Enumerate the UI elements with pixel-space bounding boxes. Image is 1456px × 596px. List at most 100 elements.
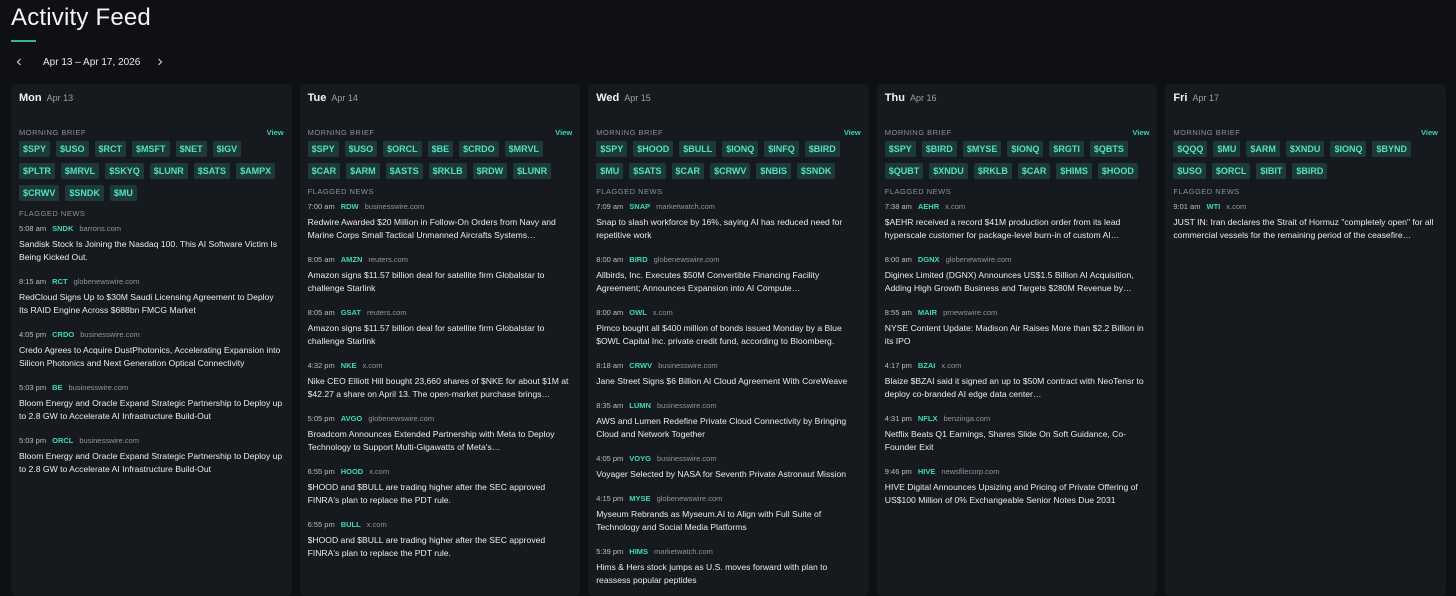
news-ticker[interactable]: SNDK: [52, 224, 73, 233]
news-ticker[interactable]: BIRD: [629, 255, 647, 264]
ticker-chip[interactable]: $INFQ: [764, 141, 799, 157]
news-item[interactable]: 8:35 am LUMN businesswire.com AWS and Lumen…: [596, 400, 861, 441]
news-headline[interactable]: Amazon signs $11.57 billion deal for sat…: [308, 322, 573, 348]
ticker-chip[interactable]: $SPY: [884, 141, 916, 157]
news-ticker[interactable]: SNAP: [629, 202, 650, 211]
news-ticker[interactable]: ORCL: [52, 436, 73, 445]
ticker-chip[interactable]: $MRVL: [60, 163, 100, 179]
news-headline[interactable]: Netflix Beats Q1 Earnings, Shares Slide …: [885, 428, 1150, 454]
news-headline[interactable]: Pimco bought all $400 million of bonds i…: [596, 322, 861, 348]
news-ticker[interactable]: AMZN: [341, 255, 363, 264]
news-item[interactable]: 5:03 pm ORCL businesswire.com Bloom Energy …: [19, 435, 284, 476]
news-ticker[interactable]: NKE: [341, 361, 357, 370]
news-item[interactable]: 4:15 pm MYSE globenewswire.com Myseum Rebra…: [596, 493, 861, 534]
ticker-chip[interactable]: $QQQ: [1173, 141, 1208, 157]
news-item[interactable]: 8:18 am CRWV businesswire.com Jane Street S…: [596, 360, 861, 388]
prev-week-button[interactable]: [11, 52, 27, 72]
news-headline[interactable]: Blaize $BZAI said it signed an up to $50…: [885, 375, 1150, 401]
ticker-chip[interactable]: $LUNR: [149, 163, 188, 179]
news-ticker[interactable]: MYSE: [629, 494, 650, 503]
news-headline[interactable]: Credo Agrees to Acquire DustPhotonics, A…: [19, 344, 284, 370]
ticker-chip[interactable]: $BIRD: [804, 141, 840, 157]
ticker-chip[interactable]: $RKLB: [428, 163, 467, 179]
ticker-chip[interactable]: $RDW: [472, 163, 508, 179]
news-headline[interactable]: Myseum Rebrands as Myseum.AI to Align wi…: [596, 508, 861, 534]
news-item[interactable]: 4:31 pm NFLX benzinga.com Netflix Beats Q1 …: [885, 413, 1150, 454]
news-ticker[interactable]: LUMN: [629, 401, 651, 410]
news-item[interactable]: 9:01 am WTI x.com JUST IN: Iran declares th…: [1173, 201, 1438, 242]
news-headline[interactable]: Broadcom Announces Extended Partnership …: [308, 428, 573, 454]
news-ticker[interactable]: DGNX: [918, 255, 940, 264]
ticker-chip[interactable]: $SNDK: [65, 185, 104, 201]
ticker-chip[interactable]: $QUBT: [884, 163, 924, 179]
news-item[interactable]: 5:05 pm AVGO globenewswire.com Broadcom Ann…: [308, 413, 573, 454]
news-headline[interactable]: Voyager Selected by NASA for Seventh Pri…: [596, 468, 861, 481]
ticker-chip[interactable]: $CAR: [307, 163, 341, 179]
ticker-chip[interactable]: $MYSE: [962, 141, 1002, 157]
news-ticker[interactable]: VOYG: [629, 454, 651, 463]
news-item[interactable]: 7:38 am AEHR x.com $AEHR received a record …: [885, 201, 1150, 242]
ticker-chip[interactable]: $HOOD: [633, 141, 674, 157]
news-ticker[interactable]: RDW: [341, 202, 359, 211]
news-item[interactable]: 9:46 pm HIVE newsfilecorp.com HIVE Digital …: [885, 466, 1150, 507]
ticker-chip[interactable]: $USO: [344, 141, 378, 157]
news-headline[interactable]: Nike CEO Elliott Hill bought 23,660 shar…: [308, 375, 573, 401]
news-ticker[interactable]: GSAT: [341, 308, 361, 317]
view-brief-link[interactable]: View: [555, 128, 572, 137]
ticker-chip[interactable]: $QBTS: [1089, 141, 1128, 157]
news-ticker[interactable]: OWL: [629, 308, 647, 317]
news-item[interactable]: 8:05 am GSAT reuters.com Amazon signs $11.5…: [308, 307, 573, 348]
news-ticker[interactable]: CRWV: [629, 361, 652, 370]
news-item[interactable]: 7:09 am SNAP marketwatch.com Snap to slash …: [596, 201, 861, 242]
news-ticker[interactable]: MAIR: [918, 308, 937, 317]
ticker-chip[interactable]: $ARM: [1246, 141, 1280, 157]
ticker-chip[interactable]: $HOOD: [1097, 163, 1138, 179]
news-item[interactable]: 5:03 pm BE businesswire.com Bloom Energy an…: [19, 382, 284, 423]
news-ticker[interactable]: NFLX: [918, 414, 938, 423]
ticker-chip[interactable]: $SPY: [596, 141, 628, 157]
ticker-chip[interactable]: $ASTS: [385, 163, 423, 179]
ticker-chip[interactable]: $IONQ: [722, 141, 759, 157]
ticker-chip[interactable]: $RKLB: [973, 163, 1012, 179]
news-ticker[interactable]: BULL: [341, 520, 361, 529]
ticker-chip[interactable]: $RGTI: [1049, 141, 1084, 157]
news-headline[interactable]: Bloom Energy and Oracle Expand Strategic…: [19, 397, 284, 423]
news-headline[interactable]: Sandisk Stock Is Joining the Nasdaq 100.…: [19, 238, 284, 264]
ticker-chip[interactable]: $AMPX: [236, 163, 276, 179]
news-item[interactable]: 4:32 pm NKE x.com Nike CEO Elliott Hill bou…: [308, 360, 573, 401]
news-headline[interactable]: Bloom Energy and Oracle Expand Strategic…: [19, 450, 284, 476]
ticker-chip[interactable]: $MU: [109, 185, 137, 201]
news-headline[interactable]: JUST IN: Iran declares the Strait of Hor…: [1173, 216, 1438, 242]
ticker-chip[interactable]: $SNDK: [796, 163, 836, 179]
ticker-chip[interactable]: $LUNR: [513, 163, 552, 179]
news-item[interactable]: 6:55 pm BULL x.com $HOOD and $BULL are trad…: [308, 519, 573, 560]
ticker-chip[interactable]: $SATS: [193, 163, 231, 179]
ticker-chip[interactable]: $IBIT: [1256, 163, 1287, 179]
news-ticker[interactable]: CRDO: [52, 330, 74, 339]
ticker-chip[interactable]: $BYND: [1372, 141, 1411, 157]
news-ticker[interactable]: WTI: [1206, 202, 1220, 211]
news-headline[interactable]: AWS and Lumen Redefine Private Cloud Con…: [596, 415, 861, 441]
news-headline[interactable]: Hims & Hers stock jumps as U.S. moves fo…: [596, 561, 861, 587]
news-item[interactable]: 8:00 am OWL x.com Pimco bought all $400 mil…: [596, 307, 861, 348]
ticker-chip[interactable]: $MU: [596, 163, 624, 179]
ticker-chip[interactable]: $CAR: [1017, 163, 1051, 179]
news-headline[interactable]: Amazon signs $11.57 billion deal for sat…: [308, 269, 573, 295]
news-ticker[interactable]: AEHR: [918, 202, 939, 211]
view-brief-link[interactable]: View: [844, 128, 861, 137]
ticker-chip[interactable]: $CRDO: [459, 141, 499, 157]
news-ticker[interactable]: BZAI: [918, 361, 936, 370]
ticker-chip[interactable]: $XNDU: [1285, 141, 1325, 157]
ticker-chip[interactable]: $MSFT: [132, 141, 170, 157]
ticker-chip[interactable]: $BE: [427, 141, 454, 157]
ticker-chip[interactable]: $HIMS: [1056, 163, 1092, 179]
ticker-chip[interactable]: $BIRD: [921, 141, 957, 157]
ticker-chip[interactable]: $USO: [56, 141, 89, 157]
ticker-chip[interactable]: $NBIS: [756, 163, 791, 179]
ticker-chip[interactable]: $RCT: [94, 141, 127, 157]
news-headline[interactable]: NYSE Content Update: Madison Air Raises …: [885, 322, 1150, 348]
view-brief-link[interactable]: View: [267, 128, 284, 137]
ticker-chip[interactable]: $MU: [1213, 141, 1241, 157]
news-ticker[interactable]: BE: [52, 383, 62, 392]
news-item[interactable]: 8:00 am BIRD globenewswire.com Allbirds, In…: [596, 254, 861, 295]
